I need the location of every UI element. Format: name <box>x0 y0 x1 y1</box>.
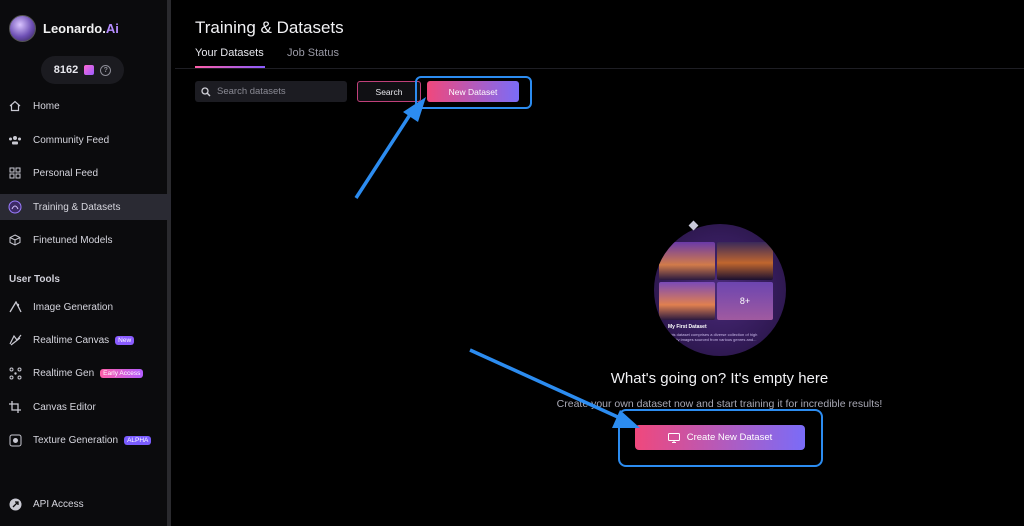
sidebar-item-label: API Access <box>33 498 84 510</box>
sidebar-item-finetuned-models[interactable]: Finetuned Models <box>0 227 171 253</box>
dataset-card-text: This dataset comprises a diverse collect… <box>668 332 758 342</box>
sidebar-item-personal-feed[interactable]: Personal Feed <box>0 160 171 186</box>
sidebar-item-realtime-canvas[interactable]: Realtime Canvas New <box>0 327 171 353</box>
dataset-thumbnail <box>717 242 773 280</box>
brand[interactable]: Leonardo.Ai <box>9 15 119 42</box>
realtime-gen-icon <box>8 366 22 380</box>
texture-icon <box>8 433 22 447</box>
search-icon <box>201 86 211 96</box>
main-content: Training & Datasets Your Datasets Job St… <box>175 0 1024 526</box>
divider <box>175 68 1024 69</box>
sidebar-item-texture-generation[interactable]: Texture Generation ALPHA <box>0 427 171 453</box>
sidebar-item-label: Home <box>33 100 60 112</box>
brand-logo-icon <box>9 15 36 42</box>
image-gen-icon <box>8 300 22 314</box>
credits-count: 8162 <box>53 64 79 76</box>
dataset-thumbnail <box>659 282 715 320</box>
credits-pill[interactable]: 8162 ? <box>41 56 124 84</box>
sidebar-item-canvas-editor[interactable]: Canvas Editor <box>0 394 171 420</box>
highlight-box <box>415 76 532 109</box>
search-box[interactable] <box>195 81 347 102</box>
sidebar-item-label: Realtime Gen <box>33 367 95 379</box>
canvas-icon <box>8 333 22 347</box>
cube-icon <box>8 233 22 247</box>
sidebar-item-label: Personal Feed <box>33 167 99 179</box>
search-input[interactable] <box>217 86 337 97</box>
sidebar-item-label: Finetuned Models <box>33 234 113 246</box>
home-icon <box>8 99 22 113</box>
sidebar-item-label: Training & Datasets <box>33 201 121 213</box>
search-button[interactable]: Search <box>357 81 421 102</box>
tab-your-datasets[interactable]: Your Datasets <box>195 47 264 59</box>
dataset-thumbnail <box>659 242 715 280</box>
training-icon <box>8 200 22 214</box>
sidebar-item-training-datasets[interactable]: Training & Datasets <box>0 194 171 220</box>
sidebar-item-label: Realtime Canvas <box>33 334 110 346</box>
early-access-badge: Early Access <box>100 368 144 378</box>
tab-job-status[interactable]: Job Status <box>287 47 339 59</box>
alpha-badge: ALPHA <box>124 435 152 445</box>
sidebar-item-community-feed[interactable]: Community Feed <box>0 127 171 153</box>
crop-icon <box>8 400 22 414</box>
highlight-box <box>618 409 823 467</box>
api-icon <box>8 497 22 511</box>
brand-name: Leonardo.Ai <box>43 21 119 36</box>
empty-state-subtitle: Create your own dataset now and start tr… <box>556 398 883 410</box>
sidebar-item-label: Canvas Editor <box>33 401 96 413</box>
dataset-thumbnail-more: 8+ <box>717 282 773 320</box>
empty-state-title: What's going on? It's empty here <box>610 370 829 387</box>
info-icon[interactable]: ? <box>100 64 112 76</box>
page-title: Training & Datasets <box>195 18 344 37</box>
sidebar-item-image-generation[interactable]: Image Generation <box>0 294 171 320</box>
sidebar-item-api-access[interactable]: API Access <box>0 491 171 517</box>
user-tools-heading: User Tools <box>9 274 60 285</box>
sidebar-item-label: Texture Generation <box>33 434 119 446</box>
sidebar-item-home[interactable]: Home <box>0 93 171 119</box>
community-icon <box>8 133 22 147</box>
grid-icon <box>8 166 22 180</box>
new-badge: New <box>115 335 135 345</box>
empty-state-illustration: 8+ My First Dataset This dataset compris… <box>654 224 786 356</box>
sidebar-item-realtime-gen[interactable]: Realtime Gen Early Access <box>0 360 171 386</box>
token-icon <box>84 65 95 75</box>
dataset-card-title: My First Dataset <box>668 324 707 330</box>
sidebar-item-label: Community Feed <box>33 134 110 146</box>
sidebar-item-label: Image Generation <box>33 301 114 313</box>
sidebar: Leonardo.Ai 8162 ? Home Community Feed P… <box>0 0 171 526</box>
